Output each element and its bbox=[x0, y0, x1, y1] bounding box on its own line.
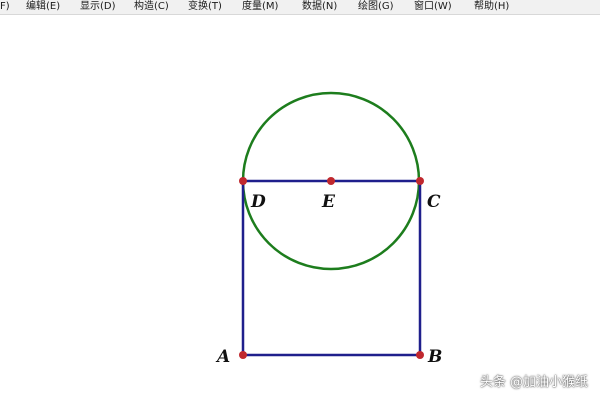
point-b[interactable] bbox=[416, 351, 424, 359]
label-b: B bbox=[427, 347, 442, 367]
point-c[interactable] bbox=[416, 177, 424, 185]
label-a: A bbox=[215, 347, 230, 367]
label-c: C bbox=[427, 192, 441, 212]
geometers-sketchpad-window: F) 编辑(E) 显示(D) 构造(C) 变换(T) 度量(M) 数据(N) 绘… bbox=[0, 0, 600, 400]
label-e: E bbox=[321, 192, 336, 212]
point-e[interactable] bbox=[327, 177, 335, 185]
geometry-figure: D E C A B bbox=[215, 91, 442, 367]
sketch-canvas[interactable]: D E C A B 头条 @加油小猴纸 bbox=[0, 15, 600, 400]
point-d[interactable] bbox=[239, 177, 247, 185]
point-a[interactable] bbox=[239, 351, 247, 359]
watermark: 头条 @加油小猴纸 bbox=[479, 375, 588, 390]
label-d: D bbox=[250, 192, 266, 212]
